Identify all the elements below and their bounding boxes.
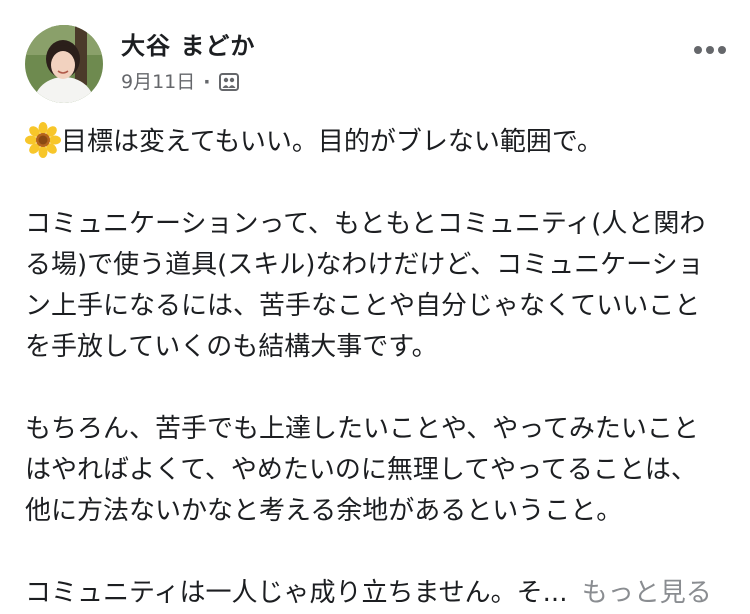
post-line: 他に方法ないかなと考える余地があるということ。 <box>25 496 623 526</box>
author-name[interactable]: 大谷 まどか <box>121 30 255 62</box>
friends-group-icon[interactable] <box>218 71 240 93</box>
more-horizontal-icon <box>693 40 727 59</box>
more-options-button[interactable] <box>690 34 730 64</box>
post-line: 目標は変えてもいい。目的がブレない範囲で。 <box>25 122 725 163</box>
post-line: る場)で使う道具(スキル)なわけだけど、コミュニケーショ <box>25 250 704 280</box>
post-text: 目標は変えてもいい。目的がブレない範囲で。 コミュニケーションって、もともとコミ… <box>25 122 725 614</box>
facebook-post: 大谷 まどか 9月11日 · 目標は変えてもいい。目的がブレない範囲で。 コミュ… <box>0 0 750 608</box>
see-more-link[interactable]: もっと見る <box>582 578 712 608</box>
post-line-text: コミュニティは一人じゃ成り立ちません。そ... <box>25 578 568 608</box>
post-date[interactable]: 9月11日 <box>121 70 195 94</box>
sunflower-icon <box>25 122 61 158</box>
avatar[interactable] <box>25 25 103 103</box>
meta-separator: · <box>203 71 211 93</box>
post-line: はやればよくて、やめたいのに無理してやってることは、 <box>25 455 697 485</box>
post-line-text: 目標は変えてもいい。目的がブレない範囲で。 <box>61 127 603 157</box>
post-meta: 9月11日 · <box>121 70 240 94</box>
post-line: ン上手になるには、苦手なことや自分じゃなくていいこと <box>25 291 701 321</box>
post-line: コミュニケーションって、もともとコミュニティ(人と関わ <box>25 209 706 239</box>
post-line: コミュニティは一人じゃ成り立ちません。そ... もっと見る <box>25 573 725 614</box>
post-line: を手放していくのも結構大事です。 <box>25 332 438 362</box>
post-line: もちろん、苦手でも上達したいことや、やってみたいこと <box>25 414 699 444</box>
